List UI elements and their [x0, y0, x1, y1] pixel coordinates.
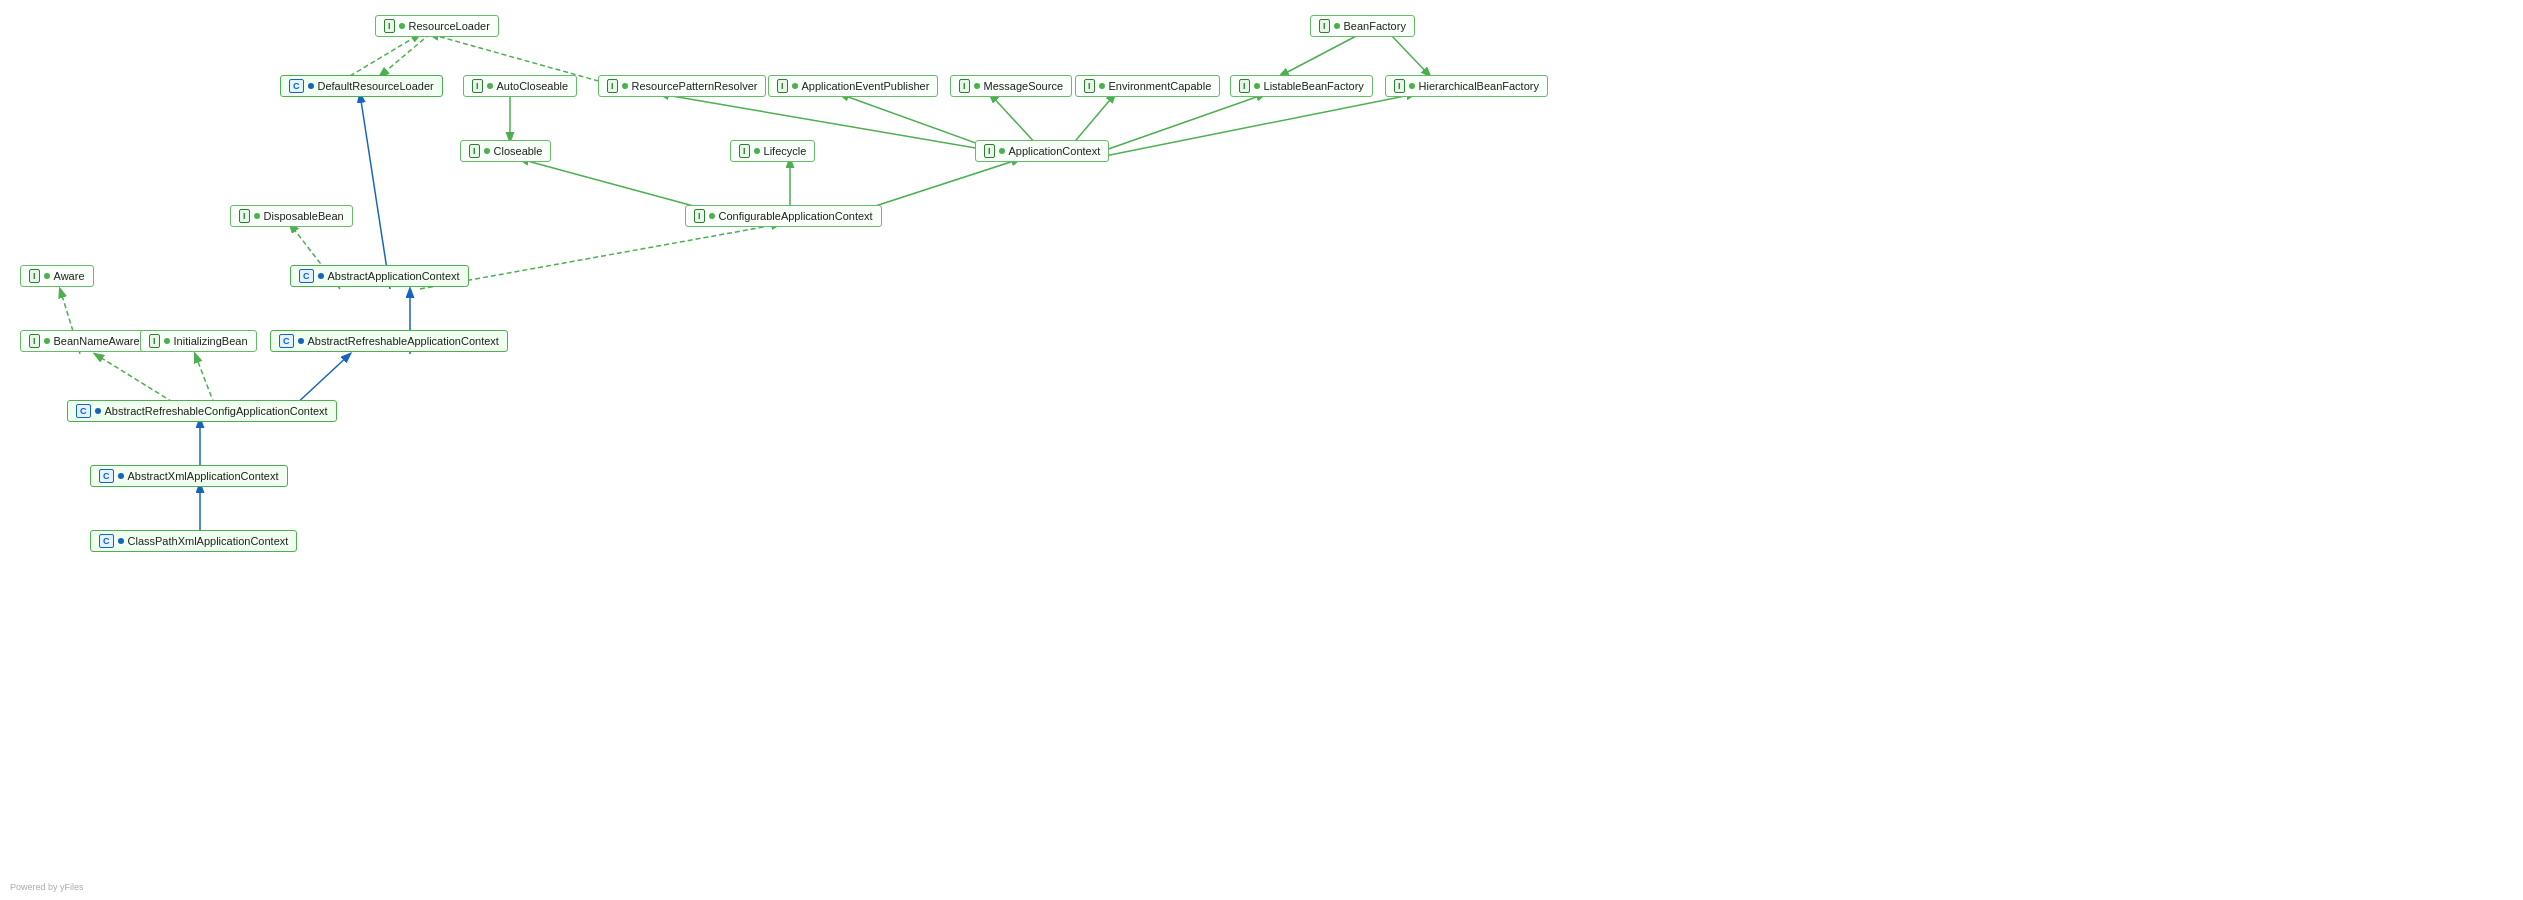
node-label-HierarchicalBeanFactory: HierarchicalBeanFactory [1419, 80, 1539, 92]
node-ConfigurableApplicationContext: I ConfigurableApplicationContext [685, 205, 882, 227]
node-label-Lifecycle: Lifecycle [764, 145, 807, 157]
node-AbstractRefreshableApplicationContext: C AbstractRefreshableApplicationContext [270, 330, 508, 352]
watermark: Powered by yFiles [10, 882, 84, 892]
node-ListableBeanFactory: I ListableBeanFactory [1230, 75, 1373, 97]
node-AbstractRefreshableConfigApplicationContext: C AbstractRefreshableConfigApplicationCo… [67, 400, 337, 422]
node-AbstractXmlApplicationContext: C AbstractXmlApplicationContext [90, 465, 288, 487]
node-label-Aware: Aware [54, 270, 85, 282]
svg-line-10 [1090, 94, 1415, 159]
node-label-Closeable: Closeable [494, 145, 543, 157]
node-InitializingBean: I InitializingBean [140, 330, 257, 352]
arrows-svg [0, 0, 2523, 900]
node-DisposableBean: I DisposableBean [230, 205, 353, 227]
node-label-ApplicationEventPublisher: ApplicationEventPublisher [802, 80, 930, 92]
node-Lifecycle: I Lifecycle [730, 140, 815, 162]
node-DefaultResourceLoader: C DefaultResourceLoader [280, 75, 443, 97]
svg-line-24 [350, 34, 420, 76]
node-Closeable: I Closeable [460, 140, 551, 162]
node-label-ConfigurableApplicationContext: ConfigurableApplicationContext [719, 210, 873, 222]
node-label-ApplicationContext: ApplicationContext [1009, 145, 1101, 157]
node-label-InitializingBean: InitializingBean [174, 335, 248, 347]
node-label-DisposableBean: DisposableBean [264, 210, 344, 222]
svg-line-3 [1280, 34, 1360, 76]
node-label-BeanNameAware: BeanNameAware [54, 335, 140, 347]
node-label-AbstractRefreshableApplicationContext: AbstractRefreshableApplicationContext [308, 335, 499, 347]
node-AutoCloseable: I AutoCloseable [463, 75, 577, 97]
node-BeanFactory: I BeanFactory [1310, 15, 1415, 37]
node-label-ResourcePatternResolver: ResourcePatternResolver [632, 80, 758, 92]
node-MessageSource: I MessageSource [950, 75, 1072, 97]
node-label-EnvironmentCapable: EnvironmentCapable [1109, 80, 1212, 92]
node-label-ListableBeanFactory: ListableBeanFactory [1264, 80, 1364, 92]
node-ResourceLoader: I ResourceLoader [375, 15, 499, 37]
node-label-AbstractRefreshableConfigApplicationContext: AbstractRefreshableConfigApplicationCont… [105, 405, 328, 417]
svg-line-14 [360, 94, 390, 289]
node-label-AutoCloseable: AutoCloseable [497, 80, 569, 92]
svg-line-0 [380, 34, 430, 76]
node-label-ClassPathXmlApplicationContext: ClassPathXmlApplicationContext [128, 535, 289, 547]
node-HierarchicalBeanFactory: I HierarchicalBeanFactory [1385, 75, 1548, 97]
svg-line-15 [420, 224, 780, 289]
svg-line-4 [1390, 34, 1430, 76]
node-BeanNameAware: I BeanNameAware [20, 330, 149, 352]
node-AbstractApplicationContext: C AbstractApplicationContext [290, 265, 469, 287]
node-ResourcePatternResolver: I ResourcePatternResolver [598, 75, 766, 97]
node-ApplicationEventPublisher: I ApplicationEventPublisher [768, 75, 938, 97]
node-label-BeanFactory: BeanFactory [1344, 20, 1406, 32]
node-label-DefaultResourceLoader: DefaultResourceLoader [318, 80, 434, 92]
node-Aware: I Aware [20, 265, 94, 287]
node-label-AbstractXmlApplicationContext: AbstractXmlApplicationContext [128, 470, 279, 482]
node-ClassPathXmlApplicationContext: C ClassPathXmlApplicationContext [90, 530, 297, 552]
node-ApplicationContext: I ApplicationContext [975, 140, 1109, 162]
node-label-ResourceLoader: ResourceLoader [409, 20, 490, 32]
node-label-MessageSource: MessageSource [984, 80, 1064, 92]
diagram-container: I ResourceLoader C DefaultResourceLoader… [0, 0, 2523, 900]
node-EnvironmentCapable: I EnvironmentCapable [1075, 75, 1220, 97]
node-label-AbstractApplicationContext: AbstractApplicationContext [328, 270, 460, 282]
